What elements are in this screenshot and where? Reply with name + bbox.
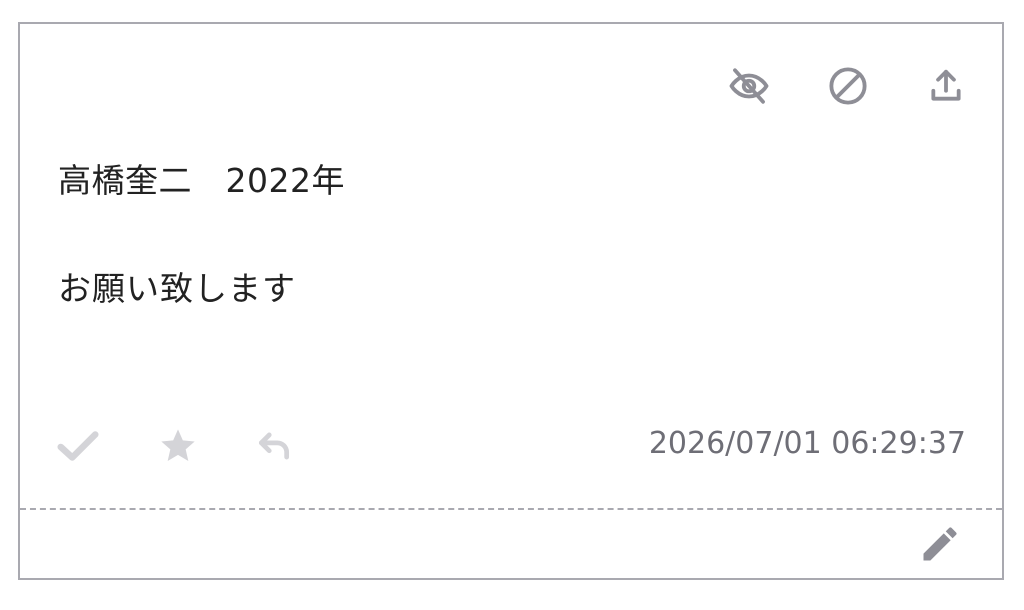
- post-timestamp: 2026/07/01 06:29:37: [648, 426, 966, 461]
- favorite-button[interactable]: [154, 422, 202, 470]
- eye-off-icon: [729, 68, 769, 104]
- share-button[interactable]: [922, 62, 970, 110]
- block-icon: [829, 67, 867, 105]
- pencil-icon: [923, 527, 957, 561]
- upload-icon: [931, 69, 961, 101]
- card-divider: [20, 508, 1002, 510]
- post-title: 高橋奎二 2022年: [58, 161, 345, 200]
- reply-icon: [258, 432, 290, 460]
- reply-button[interactable]: [250, 422, 298, 470]
- hide-button[interactable]: [725, 62, 773, 110]
- post-card: 高橋奎二 2022年 お願い致します 2026/07/01 06:29:37: [18, 22, 1004, 580]
- check-button[interactable]: [54, 422, 102, 470]
- check-icon: [57, 431, 99, 461]
- post-body: お願い致します: [58, 269, 296, 308]
- edit-button[interactable]: [916, 520, 964, 568]
- block-button[interactable]: [824, 62, 872, 110]
- star-icon: [161, 429, 195, 461]
